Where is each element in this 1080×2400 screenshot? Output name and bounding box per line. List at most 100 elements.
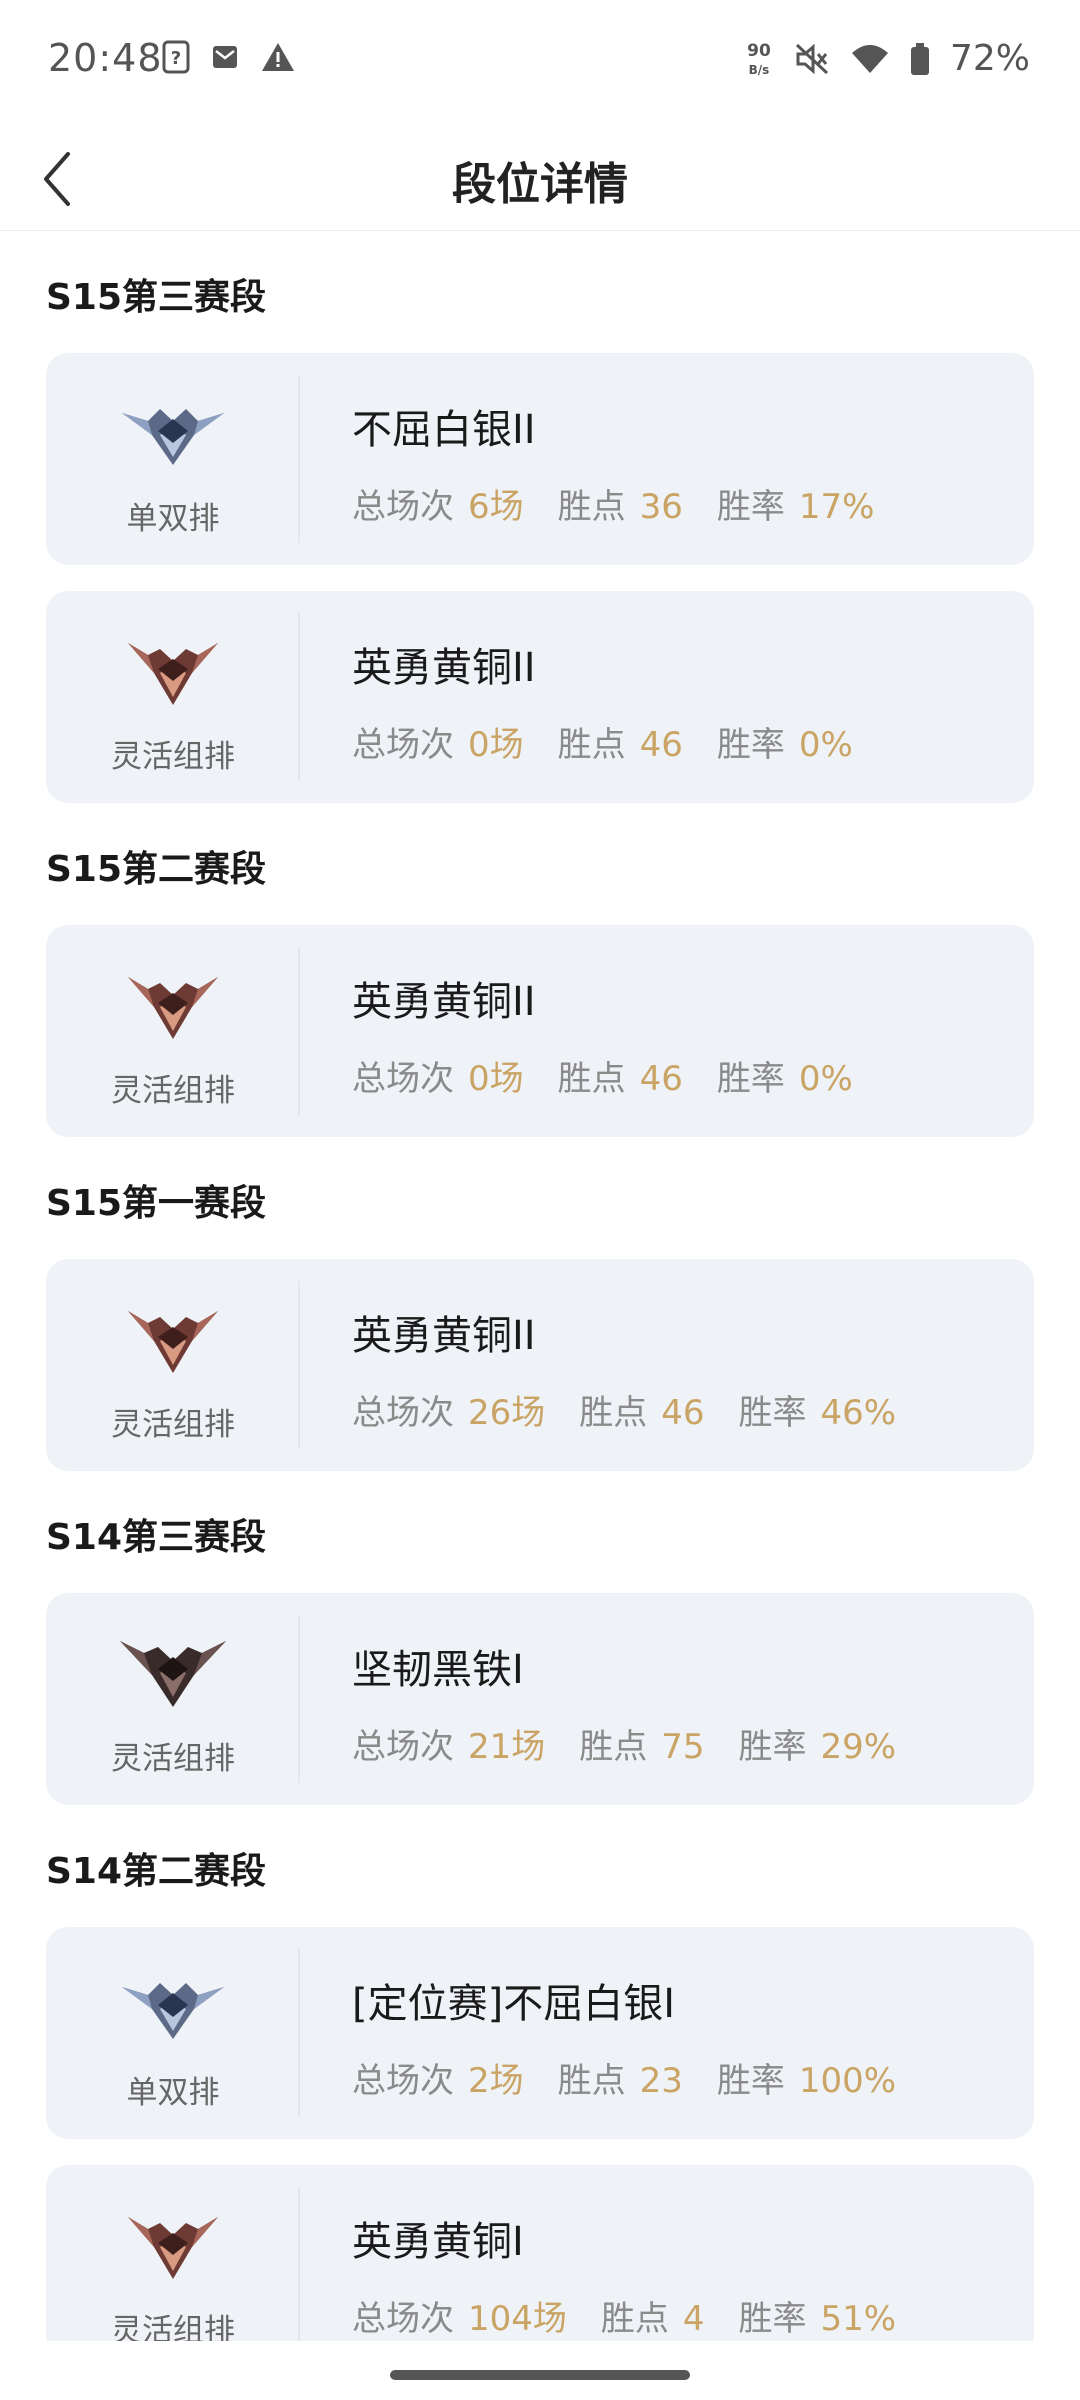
queue-label: 单双排 xyxy=(126,501,220,537)
rank-stats: 总场次 26场 胜点 46 胜率 46% xyxy=(352,1385,930,1434)
rank-name: 英勇黄铜II xyxy=(352,645,536,691)
battery-icon xyxy=(910,42,930,76)
winrate-label: 胜率 xyxy=(716,2061,785,2101)
winrate-label: 胜率 xyxy=(716,487,785,527)
season-section: S15第一赛段 灵活组排 英勇黄铜II 总场次 26场 胜点 46 胜率 46% xyxy=(0,1137,1080,1471)
emblem-column: 单双排 xyxy=(46,353,300,565)
winrate-label: 胜率 xyxy=(738,1393,807,1433)
app-header: 段位详情 xyxy=(0,124,1080,231)
status-notification-icons: ? xyxy=(162,40,296,74)
rank-stats: 总场次 104场 胜点 4 胜率 51% xyxy=(352,2291,930,2340)
rank-stats: 总场次 6场 胜点 36 胜率 17% xyxy=(352,479,908,528)
mute-icon xyxy=(794,42,830,76)
rank-card[interactable]: 灵活组排 英勇黄铜I 总场次 104场 胜点 4 胜率 51% xyxy=(46,2165,1034,2341)
silver-emblem-icon xyxy=(122,1983,224,2039)
wifi-icon xyxy=(850,43,890,75)
season-section: S15第三赛段 单双排 不屈白银II 总场次 6场 胜点 36 胜率 17% 灵… xyxy=(0,231,1080,803)
status-bar: 20:48 ? 90 B/s 72% xyxy=(0,0,1080,124)
total-games-label: 总场次 xyxy=(352,1059,454,1099)
rank-card[interactable]: 灵活组排 英勇黄铜II 总场次 0场 胜点 46 胜率 0% xyxy=(46,925,1034,1137)
rank-stats: 总场次 2场 胜点 23 胜率 100% xyxy=(352,2053,930,2102)
winrate-value: 0% xyxy=(798,1059,853,1099)
queue-label: 灵活组排 xyxy=(111,2313,235,2341)
rank-card[interactable]: 单双排 不屈白银II 总场次 6场 胜点 36 胜率 17% xyxy=(46,353,1034,565)
total-games-label: 总场次 xyxy=(352,2299,454,2339)
queue-label: 单双排 xyxy=(126,2075,220,2111)
home-indicator[interactable] xyxy=(390,2370,690,2380)
season-title: S14第三赛段 xyxy=(46,1517,267,1558)
queue-label: 灵活组排 xyxy=(111,1407,235,1443)
rank-card[interactable]: 灵活组排 英勇黄铜II 总场次 0场 胜点 46 胜率 0% xyxy=(46,591,1034,803)
lp-label: 胜点 xyxy=(579,1393,648,1433)
lp-value: 46 xyxy=(639,1059,683,1099)
rank-card[interactable]: 灵活组排 坚韧黑铁I 总场次 21场 胜点 75 胜率 29% xyxy=(46,1593,1034,1805)
winrate-value: 51% xyxy=(820,2299,897,2339)
warning-icon xyxy=(260,41,296,73)
queue-label: 灵活组排 xyxy=(111,739,235,775)
rank-stats: 总场次 0场 胜点 46 胜率 0% xyxy=(352,717,887,766)
iron-emblem-icon xyxy=(120,1641,226,1707)
status-right-icons: 90 B/s 72% xyxy=(744,38,1030,79)
bronze-emblem-icon xyxy=(128,2217,218,2279)
lp-label: 胜点 xyxy=(600,2299,669,2339)
lp-label: 胜点 xyxy=(557,725,626,765)
lp-value: 75 xyxy=(661,1727,705,1767)
network-speed-icon: 90 B/s xyxy=(744,39,774,79)
season-title: S14第二赛段 xyxy=(46,1851,267,1892)
lp-value: 36 xyxy=(639,487,683,527)
total-games-value: 2场 xyxy=(468,2061,524,2101)
emblem-column: 灵活组排 xyxy=(46,1593,300,1805)
rank-name: 不屈白银II xyxy=(352,407,536,453)
total-games-label: 总场次 xyxy=(352,1727,454,1767)
season-title: S15第一赛段 xyxy=(46,1183,267,1224)
winrate-value: 0% xyxy=(798,725,853,765)
lp-value: 4 xyxy=(682,2299,705,2339)
winrate-value: 46% xyxy=(820,1393,897,1433)
lp-label: 胜点 xyxy=(557,2061,626,2101)
lp-label: 胜点 xyxy=(557,487,626,527)
winrate-label: 胜率 xyxy=(716,1059,785,1099)
lp-label: 胜点 xyxy=(579,1727,648,1767)
season-section: S14第三赛段 灵活组排 坚韧黑铁I 总场次 21场 胜点 75 胜率 29% xyxy=(0,1471,1080,1805)
sim-question-icon: ? xyxy=(162,40,190,74)
total-games-value: 21场 xyxy=(468,1727,546,1767)
bronze-emblem-icon xyxy=(128,643,218,705)
winrate-value: 29% xyxy=(820,1727,897,1767)
status-time: 20:48 xyxy=(48,36,163,80)
total-games-value: 0场 xyxy=(468,1059,524,1099)
emblem-column: 灵活组排 xyxy=(46,1259,300,1471)
rank-name: 英勇黄铜II xyxy=(352,979,536,1025)
rank-card[interactable]: 单双排 [定位赛]不屈白银I 总场次 2场 胜点 23 胜率 100% xyxy=(46,1927,1034,2139)
battery-percentage: 72% xyxy=(949,38,1030,79)
total-games-value: 0场 xyxy=(468,725,524,765)
season-list[interactable]: S15第三赛段 单双排 不屈白银II 总场次 6场 胜点 36 胜率 17% 灵… xyxy=(0,231,1080,2341)
bronze-emblem-icon xyxy=(128,977,218,1039)
total-games-label: 总场次 xyxy=(352,2061,454,2101)
winrate-label: 胜率 xyxy=(716,725,785,765)
season-section: S14第二赛段 单双排 [定位赛]不屈白银I 总场次 2场 胜点 23 胜率 100% xyxy=(0,1805,1080,2341)
season-title: S15第二赛段 xyxy=(46,849,267,890)
queue-label: 灵活组排 xyxy=(111,1073,235,1109)
lp-value: 46 xyxy=(661,1393,705,1433)
winrate-value: 17% xyxy=(798,487,875,527)
winrate-label: 胜率 xyxy=(738,2299,807,2339)
emblem-column: 灵活组排 xyxy=(46,2165,300,2341)
svg-text:?: ? xyxy=(171,48,181,69)
svg-text:90: 90 xyxy=(747,41,771,61)
total-games-label: 总场次 xyxy=(352,725,454,765)
rank-card[interactable]: 灵活组排 英勇黄铜II 总场次 26场 胜点 46 胜率 46% xyxy=(46,1259,1034,1471)
total-games-label: 总场次 xyxy=(352,487,454,527)
lp-value: 46 xyxy=(639,725,683,765)
rank-name: 英勇黄铜I xyxy=(352,2219,524,2265)
rank-name: 英勇黄铜II xyxy=(352,1313,536,1359)
rank-stats: 总场次 0场 胜点 46 胜率 0% xyxy=(352,1051,887,1100)
silver-emblem-icon xyxy=(122,409,224,465)
bronze-emblem-icon xyxy=(128,1311,218,1373)
season-title: S15第三赛段 xyxy=(46,277,267,318)
lp-value: 23 xyxy=(639,2061,683,2101)
rank-name: 坚韧黑铁I xyxy=(352,1647,524,1693)
emblem-column: 灵活组排 xyxy=(46,591,300,803)
winrate-value: 100% xyxy=(798,2061,897,2101)
total-games-label: 总场次 xyxy=(352,1393,454,1433)
lp-label: 胜点 xyxy=(557,1059,626,1099)
